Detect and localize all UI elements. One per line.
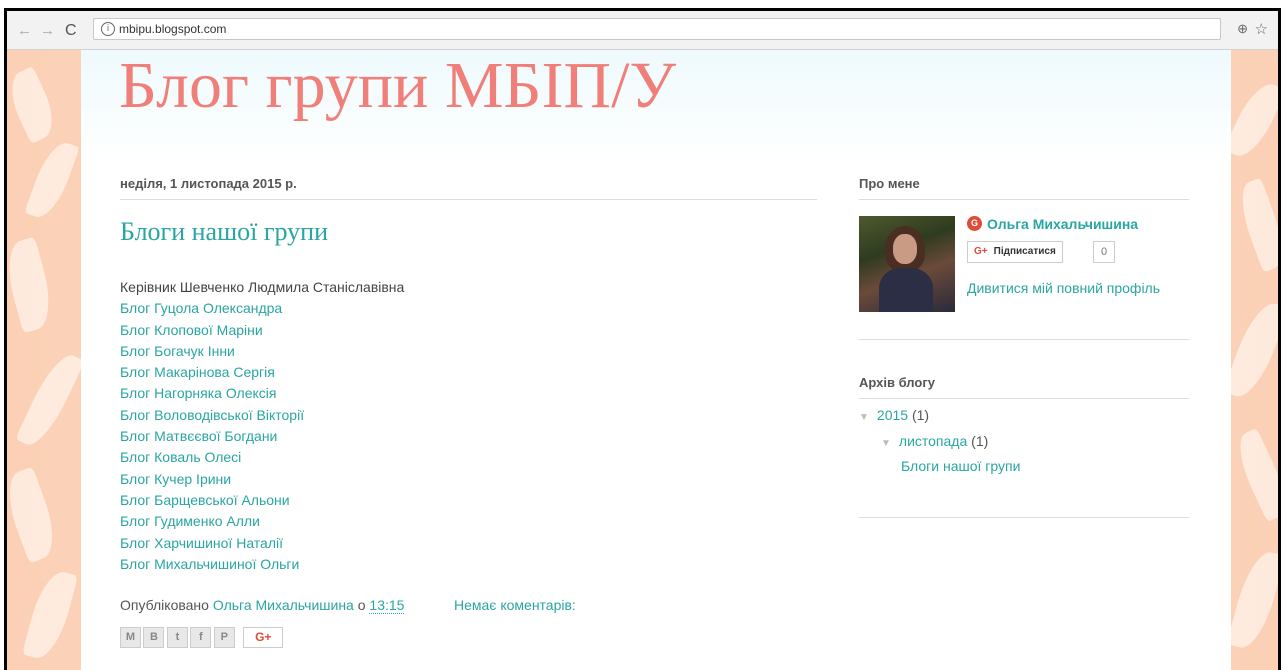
blog-link[interactable]: Блог Богачук Інни	[120, 341, 404, 362]
archive-month-link[interactable]: листопада	[899, 433, 967, 449]
address-bar[interactable]: i mbipu.blogspot.com	[93, 18, 1221, 40]
divider	[859, 339, 1189, 340]
archive-month-count: (1)	[971, 433, 989, 449]
archive-year-count: (1)	[911, 407, 930, 423]
twitter-share-icon[interactable]: t	[166, 627, 188, 648]
blog-title[interactable]: Блог групи МБІП/У	[119, 50, 676, 124]
back-arrow-icon[interactable]: ←	[17, 22, 32, 39]
archive-heading: Архів блогу	[859, 375, 1189, 399]
blog-link[interactable]: Блог Гуцола Олександра	[120, 298, 404, 319]
blog-link[interactable]: Блог Кучер Ірини	[120, 469, 404, 490]
blog-link[interactable]: Блог Макарінова Сергія	[120, 362, 404, 383]
gplus-profile-icon: G	[967, 216, 982, 231]
post-leader-text: Керівник Шевченко Людмила Станіславівна	[120, 279, 405, 295]
decorative-leaf	[7, 236, 59, 334]
comments-link[interactable]: Немає коментарів:	[454, 597, 576, 613]
blog-link[interactable]: Блог Матвєєвої Богдани	[120, 426, 404, 447]
decorative-leaf	[15, 348, 85, 452]
reload-icon[interactable]: C	[65, 22, 77, 40]
post-date: неділя, 1 листопада 2015 р.	[120, 176, 817, 200]
decorative-leaf	[1229, 427, 1278, 523]
decorative-leaf	[1232, 177, 1278, 273]
zoom-icon[interactable]: ⊕	[1237, 21, 1248, 37]
divider	[859, 517, 1189, 518]
gplus-icon: G+	[974, 246, 988, 257]
blog-link[interactable]: Блог Воловодівської Вікторії	[120, 405, 404, 426]
pinterest-share-icon[interactable]: P	[213, 627, 235, 648]
blog-link[interactable]: Блог Харчишиної Наталії	[120, 533, 404, 554]
blogger-share-icon[interactable]: B	[143, 627, 165, 648]
follower-count: 0	[1093, 241, 1116, 263]
email-share-icon[interactable]: M	[120, 627, 141, 648]
follow-label: Підписатися	[993, 246, 1056, 257]
share-buttons: M B t f P G+	[120, 627, 284, 649]
collapse-toggle-icon[interactable]: ▼	[859, 412, 869, 423]
post-title[interactable]: Блоги нашої групи	[120, 217, 328, 247]
full-profile-link[interactable]: Дивитися мій повний профіль	[967, 280, 1160, 296]
decorative-leaf	[7, 466, 64, 564]
facebook-share-icon[interactable]: f	[190, 627, 212, 648]
blog-link[interactable]: Блог Клопової Маріни	[120, 320, 404, 341]
browser-window: ← → C i mbipu.blogspot.com ⊕ ☆ Блог груп…	[4, 8, 1281, 670]
decorative-leaf	[21, 567, 79, 663]
blog-link[interactable]: Блог Барщевської Альони	[120, 490, 404, 511]
blog-link[interactable]: Блог Гудименко Алли	[120, 511, 404, 532]
profile-avatar[interactable]	[859, 216, 955, 312]
profile-name[interactable]: Ольга Михальчишина	[987, 216, 1138, 232]
archive-post-link[interactable]: Блоги нашої групи	[901, 458, 1020, 474]
post-footer: Опубліковано Ольга Михальчишина о 13:15	[120, 597, 405, 614]
blog-link[interactable]: Блог Михальчишиної Ольги	[120, 554, 404, 575]
url-text[interactable]: mbipu.blogspot.com	[119, 22, 226, 36]
post-time-link[interactable]: 13:15	[369, 597, 405, 614]
forward-arrow-icon[interactable]: →	[40, 22, 55, 39]
decorative-leaf	[7, 66, 63, 144]
about-heading: Про мене	[859, 176, 1189, 200]
blog-link[interactable]: Блог Коваль Олесі	[120, 447, 404, 468]
collapse-toggle-icon[interactable]: ▼	[881, 438, 891, 449]
post-body: Керівник Шевченко Людмила Станіславівна …	[120, 277, 404, 575]
blog-link[interactable]: Блог Нагорняка Олексія	[120, 383, 404, 404]
decorative-leaf	[24, 137, 80, 223]
bookmark-star-icon[interactable]: ☆	[1255, 20, 1268, 38]
at-label: о	[357, 597, 366, 613]
published-label: Опубліковано	[120, 597, 209, 613]
archive-year-link[interactable]: 2015	[877, 407, 908, 423]
follow-button[interactable]: G+ Підписатися	[967, 241, 1063, 263]
gplus-share-button[interactable]: G+	[243, 627, 284, 648]
blog-content: Блог групи МБІП/У неділя, 1 листопада 20…	[81, 50, 1231, 670]
archive-year[interactable]: ▼ 2015 (1)	[859, 407, 929, 423]
author-link[interactable]: Ольга Михальчишина	[213, 597, 354, 613]
decorative-leaf	[1226, 547, 1278, 653]
page-background: Блог групи МБІП/У неділя, 1 листопада 20…	[7, 50, 1278, 670]
browser-toolbar: ← → C i mbipu.blogspot.com ⊕ ☆	[7, 11, 1278, 50]
decorative-leaf	[1223, 76, 1278, 164]
info-icon[interactable]: i	[101, 22, 115, 36]
archive-month[interactable]: ▼ листопада (1)	[881, 433, 988, 449]
decorative-leaf	[1222, 297, 1278, 403]
